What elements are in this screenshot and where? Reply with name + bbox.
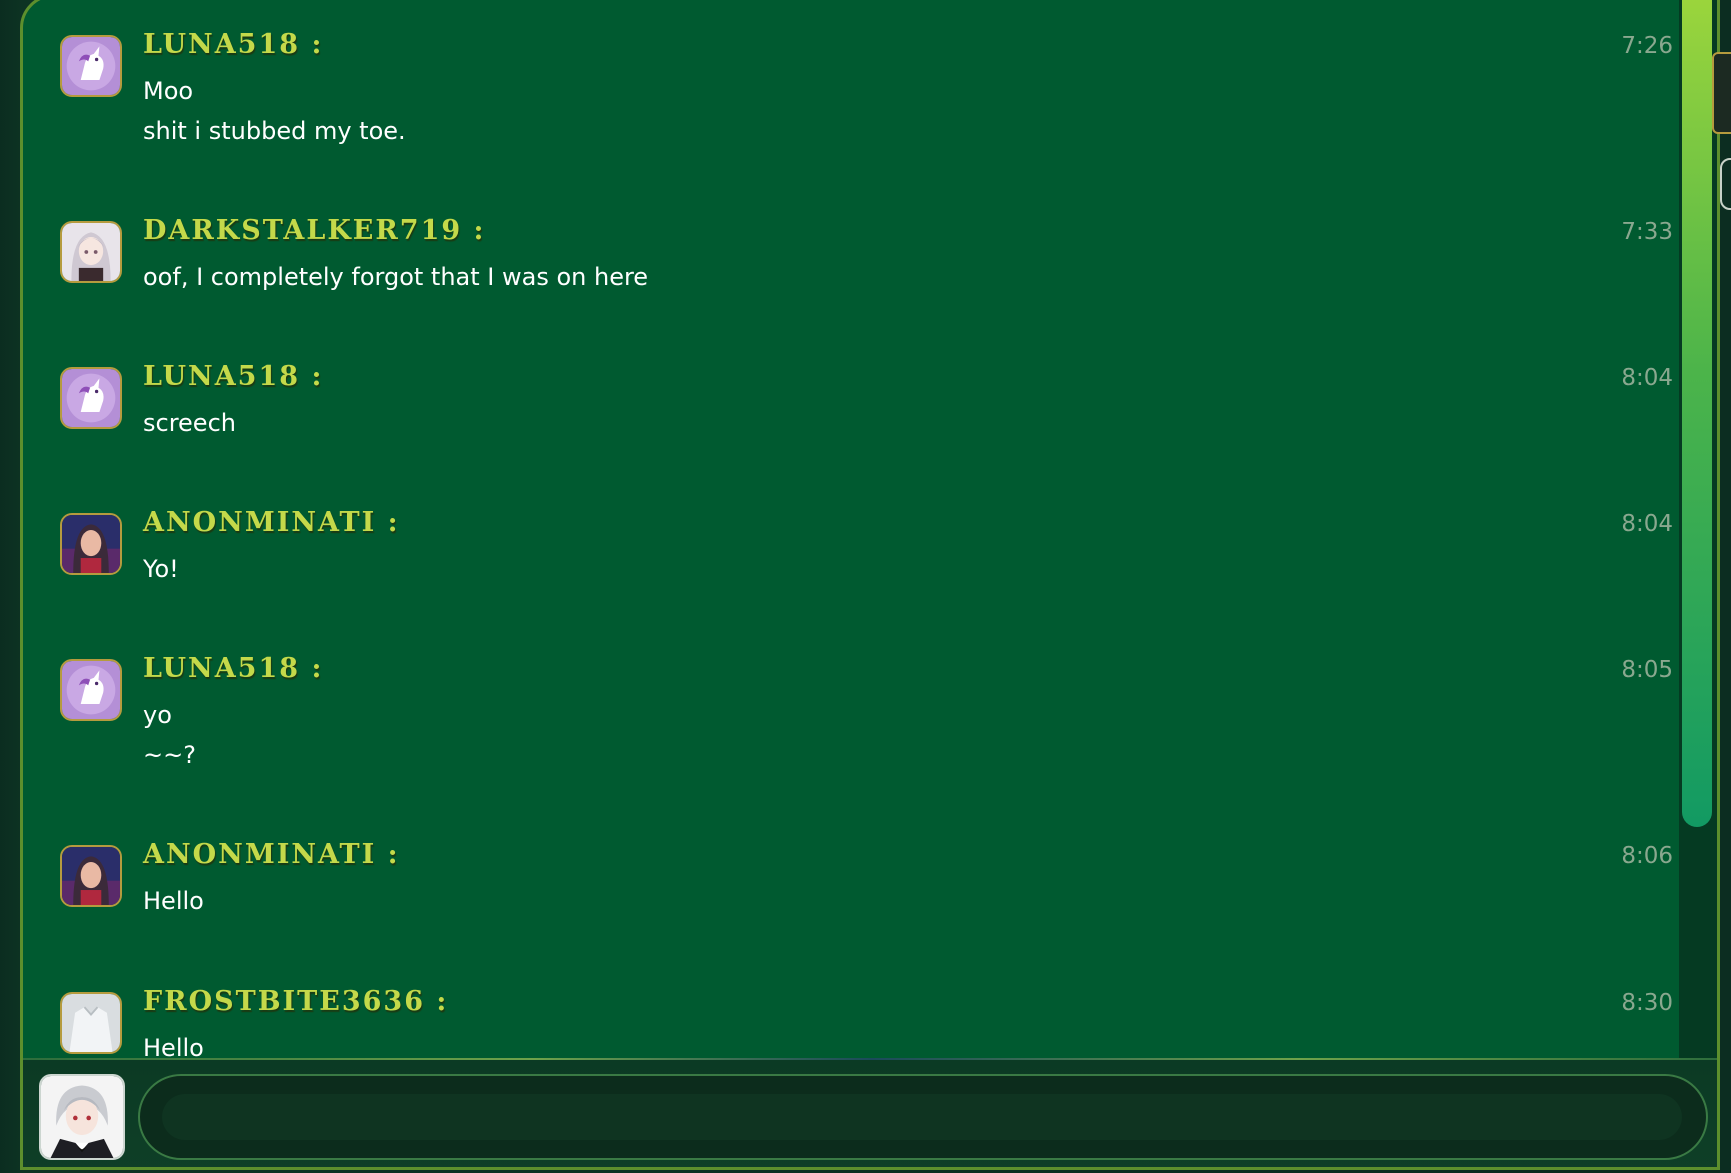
message-body: Hello — [143, 881, 204, 921]
message-body: oof, I completely forgot that I was on h… — [143, 257, 648, 297]
message-body: Moo shit i stubbed my toe. — [143, 71, 406, 151]
chat-message: LUNA518 : 8:05 yo ~~? — [23, 653, 1679, 813]
chat-page: LUNA518 : 7:26 Moo shit i stubbed my toe… — [0, 0, 1731, 1173]
chat-message: ANONMINATI : 8:04 Yo! — [23, 507, 1679, 627]
chat-message: LUNA518 : 8:04 screech — [23, 361, 1679, 481]
username[interactable]: FROSTBITE3636 : — [143, 986, 448, 1017]
scrollbar-track[interactable] — [1679, 0, 1717, 1061]
message-line: Hello — [143, 887, 204, 915]
chat-panel: LUNA518 : 7:26 Moo shit i stubbed my toe… — [20, 0, 1720, 1170]
timestamp: 8:30 — [1621, 990, 1673, 1016]
message-line: oof, I completely forgot that I was on h… — [143, 263, 649, 291]
username[interactable]: DARKSTALKER719 : — [143, 215, 486, 246]
chat-message: DARKSTALKER719 : 7:33 oof, I completely … — [23, 215, 1679, 335]
timestamp: 7:33 — [1621, 219, 1673, 245]
message-composer — [23, 1058, 1717, 1167]
message-body: Hello — [143, 1028, 204, 1058]
username[interactable]: ANONMINATI : — [143, 839, 400, 870]
message-input[interactable] — [162, 1094, 1682, 1140]
chat-message: ANONMINATI : 8:06 Hello — [23, 839, 1679, 959]
anime-boy-avatar[interactable] — [39, 1074, 125, 1160]
message-input-wrapper — [138, 1074, 1708, 1160]
message-body: screech — [143, 403, 236, 443]
timestamp: 8:04 — [1621, 511, 1673, 537]
username[interactable]: LUNA518 : — [143, 29, 323, 60]
message-list[interactable]: LUNA518 : 7:26 Moo shit i stubbed my toe… — [23, 3, 1679, 1058]
white-shirt-avatar[interactable] — [60, 992, 122, 1054]
message-line: Moo — [143, 77, 194, 105]
message-body: yo ~~? — [143, 695, 196, 775]
scrollbar-thumb[interactable] — [1682, 0, 1712, 827]
message-line: shit i stubbed my toe. — [143, 117, 406, 145]
woman-portrait-avatar[interactable] — [60, 845, 122, 907]
username[interactable]: ANONMINATI : — [143, 507, 400, 538]
anime-girl-avatar[interactable] — [60, 221, 122, 283]
chat-message: LUNA518 : 7:26 Moo shit i stubbed my toe… — [23, 29, 1679, 189]
username[interactable]: LUNA518 : — [143, 653, 323, 684]
timestamp: 7:26 — [1621, 33, 1673, 59]
timestamp: 8:06 — [1621, 843, 1673, 869]
message-body: Yo! — [143, 549, 179, 589]
username[interactable]: LUNA518 : — [143, 361, 323, 392]
message-line: screech — [143, 409, 236, 437]
message-line: ~~? — [143, 741, 196, 769]
unicorn-avatar[interactable] — [60, 35, 122, 97]
woman-portrait-avatar[interactable] — [60, 513, 122, 575]
composer-divider — [23, 1058, 1717, 1060]
message-line: Hello — [143, 1034, 204, 1058]
side-panel-card[interactable] — [1712, 52, 1731, 134]
timestamp: 8:05 — [1621, 657, 1673, 683]
unicorn-avatar[interactable] — [60, 659, 122, 721]
message-line: Yo! — [143, 555, 179, 583]
chat-message: FROSTBITE3636 : 8:30 Hello — [23, 986, 1679, 1058]
message-line: yo — [143, 701, 172, 729]
unicorn-avatar[interactable] — [60, 367, 122, 429]
timestamp: 8:04 — [1621, 365, 1673, 391]
side-panel-toggle[interactable] — [1720, 158, 1731, 210]
